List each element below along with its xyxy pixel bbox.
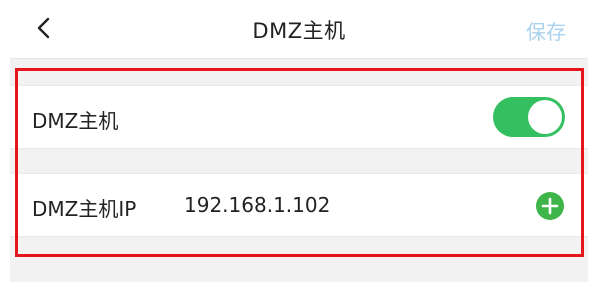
save-button[interactable]: 保存 [526,16,566,45]
nav-bar: DMZ主机 保存 [10,0,588,59]
dmz-ip-label: DMZ主机IP [32,197,137,221]
toggle-knob [528,100,562,134]
plus-circle-icon [541,197,559,215]
dmz-host-label: DMZ主机 [32,109,119,133]
dmz-host-toggle[interactable] [493,97,565,137]
dmz-host-row: DMZ主机 [10,85,588,149]
dmz-ip-row: DMZ主机IP 192.168.1.102 [10,173,588,237]
dmz-ip-value[interactable]: 192.168.1.102 [184,193,330,217]
add-ip-button[interactable] [536,192,564,220]
settings-screen: DMZ主机 保存 DMZ主机 DMZ主机IP 192.168.1.102 [10,0,588,282]
page-title: DMZ主机 [252,19,346,43]
